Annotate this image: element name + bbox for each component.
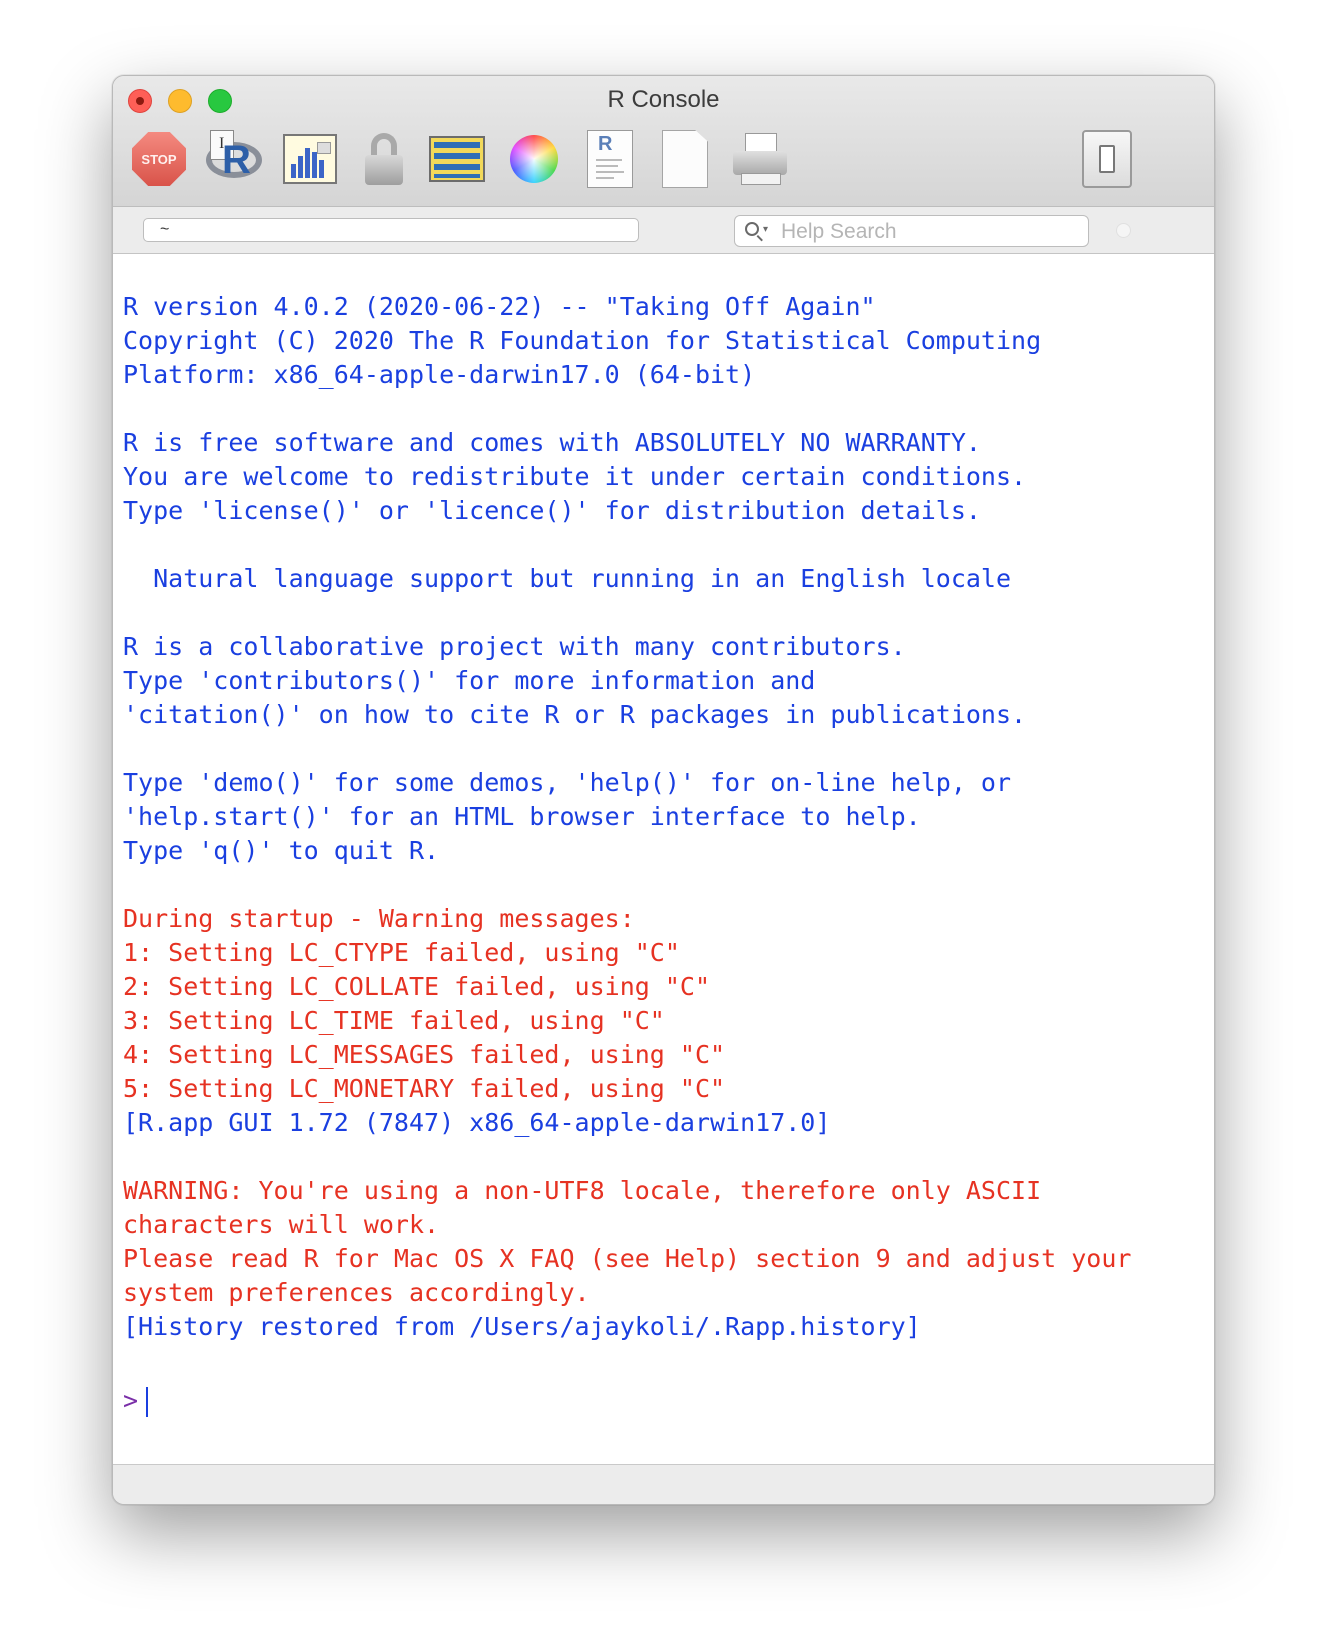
data-editor-button[interactable] — [426, 128, 488, 190]
console-warning-line: characters will work. — [123, 1210, 440, 1239]
stop-label: STOP — [141, 151, 177, 167]
print-button[interactable] — [729, 128, 791, 190]
console-output[interactable]: R version 4.0.2 (2020-06-22) -- "Taking … — [113, 254, 1214, 1465]
console-text: R version 4.0.2 (2020-06-22) -- "Taking … — [123, 290, 1131, 1418]
console-output-line: R version 4.0.2 (2020-06-22) -- "Taking … — [123, 292, 876, 321]
drawer-toggle-icon — [1082, 130, 1132, 188]
console-output-line: Type 'license()' or 'licence()' for dist… — [123, 496, 981, 525]
color-wheel-icon — [510, 135, 558, 183]
status-bar — [113, 1465, 1214, 1504]
path-search-bar: ~ ▾ Help Search — [113, 207, 1214, 254]
console-output-line: Type 'q()' to quit R. — [123, 836, 440, 865]
console-warning-line: system preferences accordingly. — [123, 1278, 590, 1307]
console-output-line: Type 'contributors()' for more informati… — [123, 666, 816, 695]
search-icon — [745, 222, 759, 236]
help-search-input[interactable]: ▾ Help Search — [734, 215, 1089, 247]
console-prompt[interactable]: > — [123, 1384, 1131, 1418]
working-directory-field[interactable]: ~ — [143, 218, 639, 242]
open-document-button[interactable] — [579, 128, 641, 190]
quartz-window-button[interactable] — [279, 128, 341, 190]
console-output-line: You are welcome to redistribute it under… — [123, 462, 1027, 491]
console-output-line: Natural language support but running in … — [123, 564, 1012, 593]
console-output-line: Platform: x86_64-apple-darwin17.0 (64-bi… — [123, 360, 756, 389]
text-cursor — [146, 1387, 149, 1417]
console-warning-line: During startup - Warning messages: — [123, 904, 635, 933]
authentication-button[interactable] — [353, 128, 415, 190]
help-search-placeholder: Help Search — [781, 220, 897, 243]
title-bar: R Console STOP R — [113, 76, 1214, 207]
toggle-drawer-button[interactable] — [1076, 128, 1138, 190]
console-output-line: R is a collaborative project with many c… — [123, 632, 906, 661]
lock-icon — [365, 133, 403, 185]
console-warning-line: Please read R for Mac OS X FAQ (see Help… — [123, 1244, 1132, 1273]
r-document-icon — [587, 130, 633, 188]
console-output-line: Type 'demo()' for some demos, 'help()' f… — [123, 768, 1012, 797]
console-warning-line: WARNING: You're using a non-UTF8 locale,… — [123, 1176, 1042, 1205]
console-output-line: [R.app GUI 1.72 (7847) x86_64-apple-darw… — [123, 1108, 831, 1137]
bar-chart-window-icon — [283, 134, 337, 184]
r-console-window: R Console STOP R — [112, 75, 1215, 1505]
console-warning-line: 4: Setting LC_MESSAGES failed, using "C" — [123, 1040, 726, 1069]
window-title: R Console — [607, 86, 720, 113]
colors-button[interactable] — [503, 128, 565, 190]
data-table-icon — [429, 136, 485, 182]
new-document-button[interactable] — [654, 128, 716, 190]
prompt-symbol: > — [123, 1386, 139, 1415]
console-output-line: [History restored from /Users/ajaykoli/.… — [123, 1312, 921, 1341]
console-output-line: R is free software and comes with ABSOLU… — [123, 428, 981, 457]
chevron-down-icon[interactable]: ▾ — [763, 224, 768, 235]
blank-document-icon — [662, 130, 708, 188]
console-warning-line: 1: Setting LC_CTYPE failed, using "C" — [123, 938, 680, 967]
printer-icon — [733, 133, 787, 185]
stop-button[interactable]: STOP — [128, 128, 190, 190]
console-output-line: 'citation()' on how to cite R or R packa… — [123, 700, 1027, 729]
console-warning-line: 2: Setting LC_COLLATE failed, using "C" — [123, 972, 710, 1001]
r-source-icon: R — [204, 130, 264, 186]
console-output-line: Copyright (C) 2020 The R Foundation for … — [123, 326, 1042, 355]
stop-sign-icon: STOP — [132, 132, 186, 186]
console-warning-line: 5: Setting LC_MONETARY failed, using "C" — [123, 1074, 726, 1103]
source-script-button[interactable]: R — [203, 128, 265, 190]
busy-indicator — [1116, 223, 1131, 238]
console-output-line: 'help.start()' for an HTML browser inter… — [123, 802, 921, 831]
console-warning-line: 3: Setting LC_TIME failed, using "C" — [123, 1006, 665, 1035]
